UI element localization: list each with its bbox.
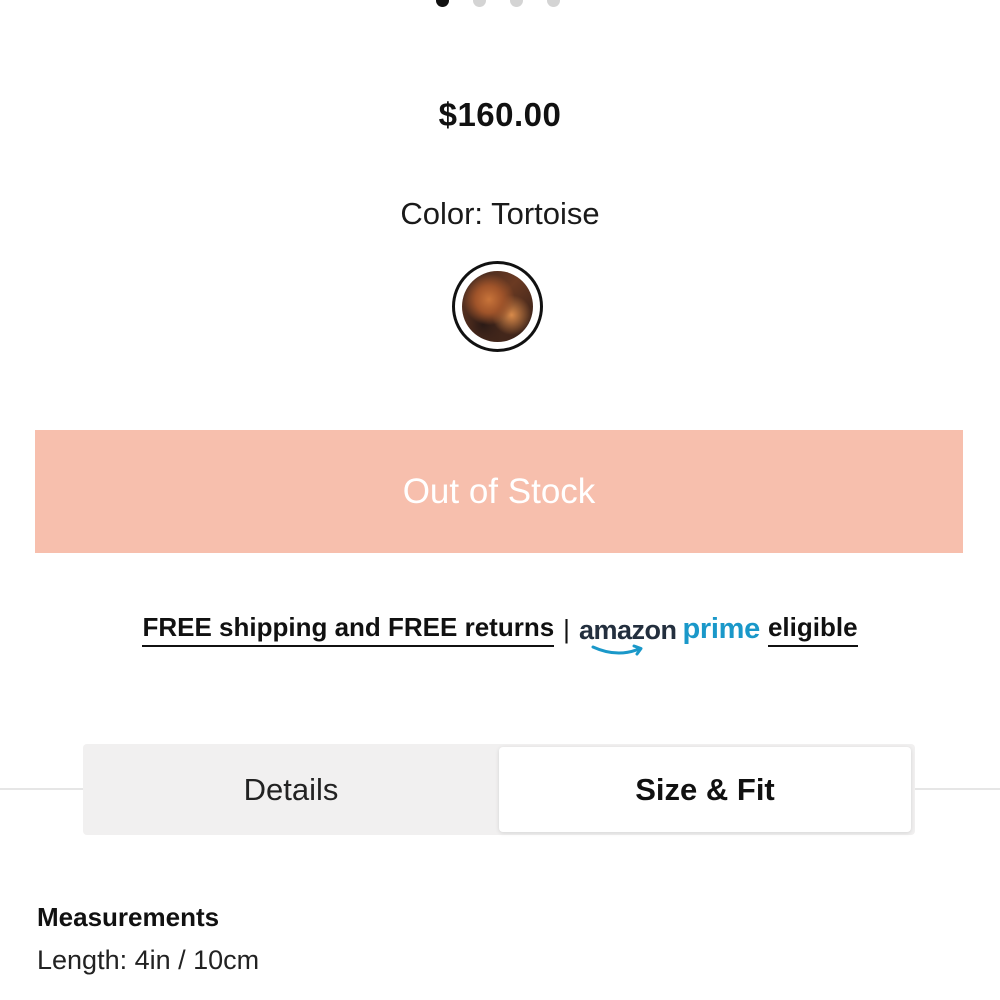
amazon-prime-logo: amazon prime bbox=[578, 613, 760, 656]
measurements-heading: Measurements bbox=[37, 902, 220, 932]
carousel-dot-2[interactable] bbox=[473, 0, 486, 7]
carousel-dot-4[interactable] bbox=[547, 0, 560, 7]
color-label: Color: Tortoise bbox=[400, 196, 600, 231]
product-price: $160.00 bbox=[438, 96, 562, 133]
shipping-separator: | bbox=[563, 614, 570, 644]
tab-details[interactable]: Details bbox=[83, 744, 499, 835]
free-shipping-link[interactable]: FREE shipping and FREE returns bbox=[142, 612, 555, 647]
carousel-dots bbox=[436, 0, 560, 7]
tab-size-fit[interactable]: Size & Fit bbox=[499, 747, 911, 832]
amazon-wordmark: amazon bbox=[578, 615, 677, 645]
carousel-dot-1[interactable] bbox=[436, 0, 449, 7]
swatch-image bbox=[462, 271, 533, 342]
product-tabs: Details Size & Fit bbox=[83, 744, 915, 835]
prime-eligible-link[interactable]: eligible bbox=[767, 612, 858, 647]
carousel-dot-3[interactable] bbox=[510, 0, 523, 7]
prime-wordmark: prime bbox=[682, 613, 760, 645]
measurement-length: Length: 4in / 10cm bbox=[37, 945, 260, 975]
product-page: $160.00 Color: Tortoise Out of Stock FRE… bbox=[0, 0, 1000, 1000]
out-of-stock-button[interactable]: Out of Stock bbox=[35, 430, 963, 553]
amazon-smile-icon bbox=[591, 644, 643, 656]
shipping-info: FREE shipping and FREE returns | amazon … bbox=[0, 612, 1000, 656]
color-swatch-tortoise[interactable] bbox=[452, 261, 543, 352]
